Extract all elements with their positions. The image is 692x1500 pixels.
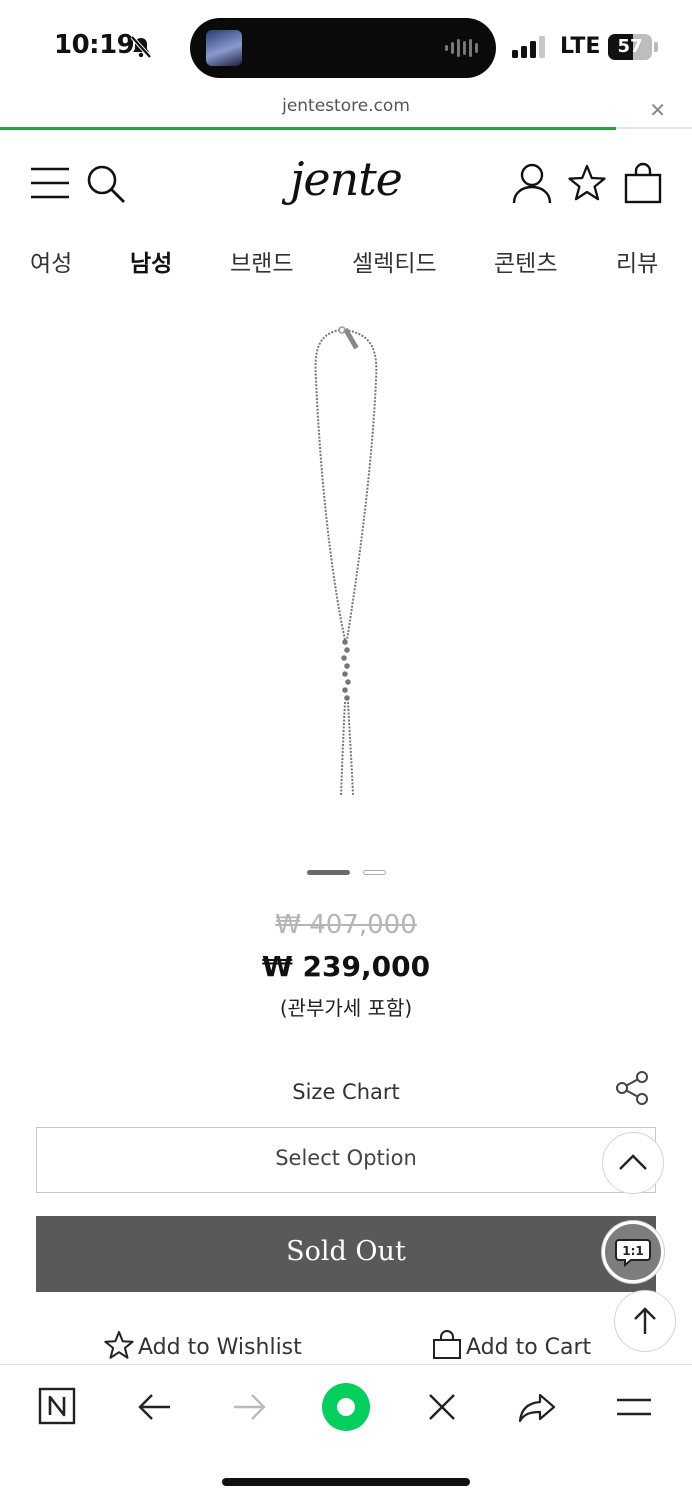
share-icon[interactable] [614,1070,652,1106]
size-chart-link[interactable]: Size Chart [0,1080,692,1104]
scroll-to-top-button[interactable] [614,1290,676,1352]
add-to-cart-link[interactable]: Add to Cart [432,1330,591,1364]
share-arrow-icon[interactable] [518,1387,558,1427]
add-to-wishlist-link[interactable]: Add to Wishlist [104,1330,302,1364]
network-label: LTE [560,34,601,59]
signal-icon [512,36,545,58]
now-playing-artwork [206,30,242,66]
bag-outline-icon [433,1330,461,1359]
chat-1on1-button[interactable]: 1:1 [602,1221,664,1283]
add-to-wishlist-label: Add to Wishlist [138,1335,302,1360]
status-bar: 10:19 LTE 57 [0,0,692,92]
back-arrow-icon[interactable] [134,1387,174,1427]
chevron-up-icon [619,1154,647,1170]
dynamic-island[interactable] [190,18,496,78]
url-text[interactable]: jentestore.com [0,96,692,116]
sold-out-button[interactable]: Sold Out [36,1216,656,1292]
option-select-placeholder: Select Option [275,1146,417,1170]
battery-icon: 57 [608,34,652,60]
clock: 10:19 [54,30,135,60]
carousel-dot-1[interactable] [307,870,350,875]
tax-note: (관부가세 포함) [279,996,413,1020]
category-nav: 여성 남성 브랜드 셀렉티드 콘텐츠 리뷰 [0,240,692,284]
wishlist-star-icon[interactable] [568,164,606,202]
battery-tip [654,42,658,52]
sold-out-label: Sold Out [286,1236,406,1267]
green-dot-icon[interactable] [320,1381,372,1433]
forward-arrow-icon[interactable] [230,1387,270,1427]
scroll-up-button[interactable] [602,1132,664,1194]
battery-percent: 57 [617,36,643,57]
page-load-progress [0,127,692,130]
category-men[interactable]: 남성 [130,244,172,278]
naver-home-icon[interactable] [38,1387,78,1427]
original-price: ₩ 407,000 [275,910,417,940]
arrow-up-icon [634,1307,656,1334]
svg-text:1:1: 1:1 [622,1244,644,1258]
audio-wave-icon [445,39,478,57]
carousel-dot-2[interactable] [363,870,386,875]
home-indicator [222,1478,470,1486]
shopping-bag-icon[interactable] [624,162,662,204]
category-selected[interactable]: 셀렉티드 [352,244,437,278]
menu-icon[interactable] [614,1387,654,1427]
page-load-progress-fill [0,127,616,130]
category-brand[interactable]: 브랜드 [230,244,293,278]
bell-muted-icon [130,35,152,59]
category-women[interactable]: 여성 [30,244,72,278]
close-tab-icon[interactable] [422,1387,462,1427]
product-image-necklace[interactable] [290,320,400,800]
option-select[interactable]: Select Option [36,1127,656,1193]
chat-bubble-icon: 1:1 [615,1239,651,1268]
site-header: jente [0,140,692,230]
url-bar[interactable]: jentestore.com ✕ [0,92,692,130]
sale-price: ₩ 239,000 [261,950,431,983]
user-account-icon[interactable] [512,162,552,204]
category-review[interactable]: 리뷰 [616,244,658,278]
add-to-cart-label: Add to Cart [466,1335,592,1360]
star-outline-icon [104,1331,134,1359]
close-url-icon[interactable]: ✕ [649,98,666,122]
category-contents[interactable]: 콘텐츠 [494,244,557,278]
